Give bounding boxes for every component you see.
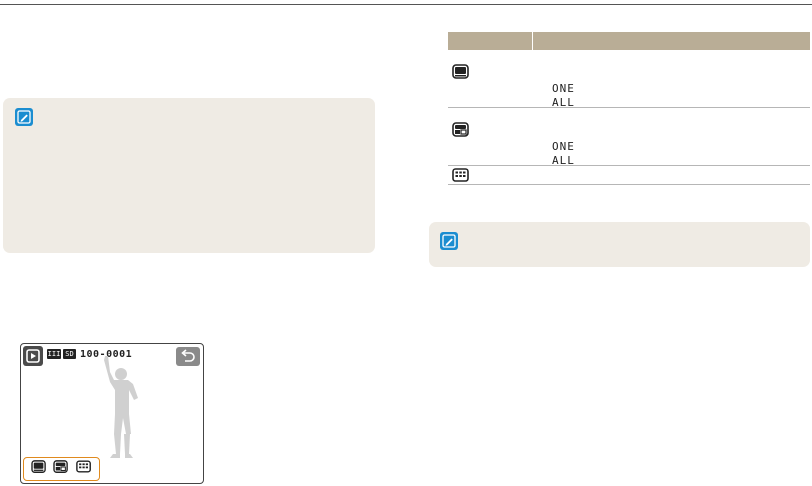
table-row-grid-view [448, 166, 810, 185]
table-header [448, 32, 810, 50]
left-note-box [3, 98, 375, 253]
note-pencil-icon [440, 232, 458, 250]
option-one: ONE [552, 140, 575, 153]
memory-card-icon: SD [63, 349, 76, 359]
note-pencil-icon [15, 108, 33, 126]
single-view-icon [452, 64, 470, 85]
grid-view-icon[interactable] [75, 460, 92, 478]
playback-mode-icon[interactable] [23, 346, 43, 366]
top-rule [0, 4, 812, 5]
view-mode-table: ONE ALL ONE ALL [448, 32, 810, 185]
grid-view-icon [452, 168, 470, 187]
battery-icon: III [47, 349, 61, 359]
table-header-divider [532, 32, 533, 50]
multi-view-icon [452, 122, 470, 143]
single-view-options: ONE ALL [552, 82, 575, 110]
table-row-multi-view: ONE ALL [448, 108, 810, 168]
multi-view-icon[interactable] [53, 459, 69, 479]
multi-view-options: ONE ALL [552, 140, 575, 168]
table-row-single-view: ONE ALL [448, 50, 810, 110]
person-silhouette [93, 354, 153, 469]
right-note-box [429, 222, 810, 267]
camera-screen: III SD 100-0001 [20, 343, 204, 484]
thumbnail-view-bar [23, 457, 100, 481]
back-arrow-icon[interactable] [176, 347, 200, 366]
single-view-icon[interactable] [31, 459, 47, 479]
option-one: ONE [552, 82, 575, 95]
